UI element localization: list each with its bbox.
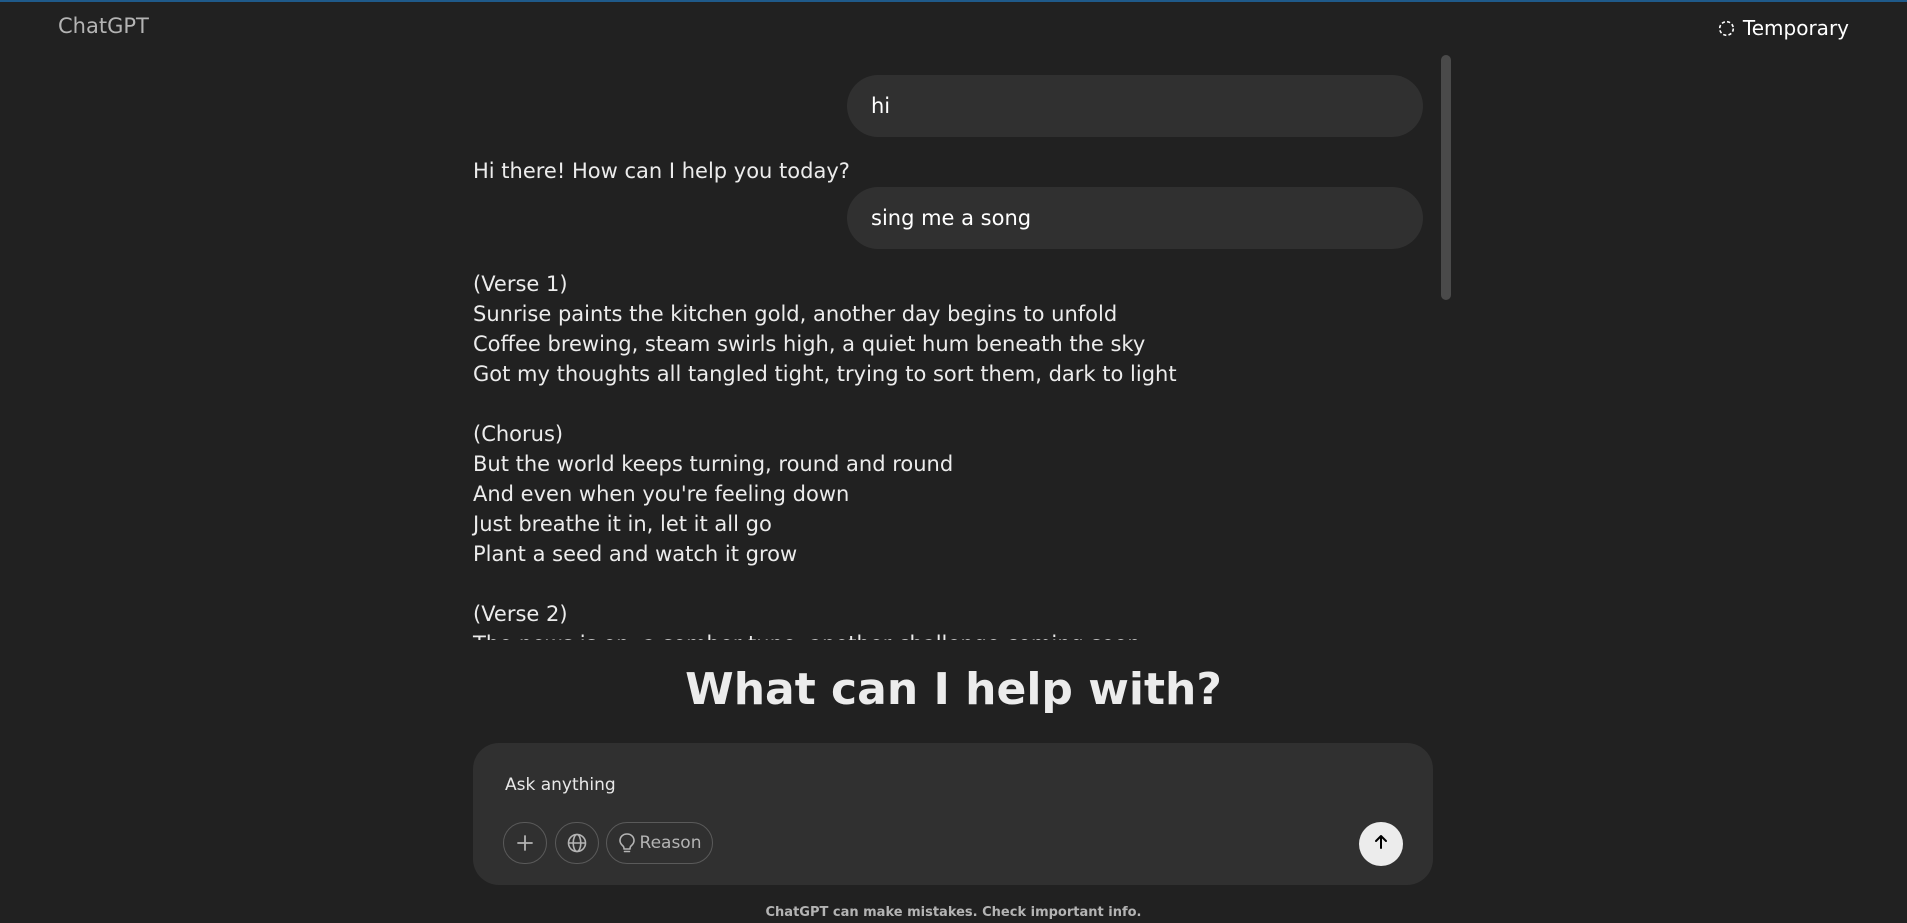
disclaimer-text: ChatGPT can make mistakes. Check importa… (765, 905, 1142, 920)
send-button[interactable] (1359, 822, 1403, 866)
app-title[interactable]: ChatGPT (58, 14, 149, 38)
conversation-area[interactable]: hi Hi there! How can I help you today? s… (0, 56, 1907, 640)
assistant-message: (Verse 1) Sunrise paints the kitchen gol… (473, 272, 1177, 640)
reason-label: Reason (639, 833, 702, 853)
plus-icon (515, 833, 535, 853)
reason-button[interactable]: Reason (606, 822, 713, 864)
user-message-text: hi (871, 94, 891, 118)
composer: Reason (473, 743, 1433, 885)
conversation-scrollbar[interactable] (1441, 55, 1451, 300)
lightbulb-icon (618, 832, 636, 854)
header: ChatGPT Temporary (0, 0, 1907, 56)
search-web-button[interactable] (555, 822, 599, 864)
temporary-chat-toggle[interactable]: Temporary (1718, 16, 1849, 40)
user-message: sing me a song (847, 187, 1423, 249)
prompt-heading: What can I help with? (685, 664, 1222, 715)
user-message-text: sing me a song (871, 206, 1032, 230)
message-input[interactable] (503, 769, 1387, 801)
user-message: hi (847, 75, 1423, 137)
globe-icon (566, 832, 588, 854)
attach-button[interactable] (503, 822, 547, 864)
assistant-message: Hi there! How can I help you today? (473, 159, 850, 183)
temporary-label: Temporary (1742, 16, 1849, 40)
arrow-up-icon (1374, 834, 1388, 854)
dashed-circle-icon (1718, 20, 1735, 37)
